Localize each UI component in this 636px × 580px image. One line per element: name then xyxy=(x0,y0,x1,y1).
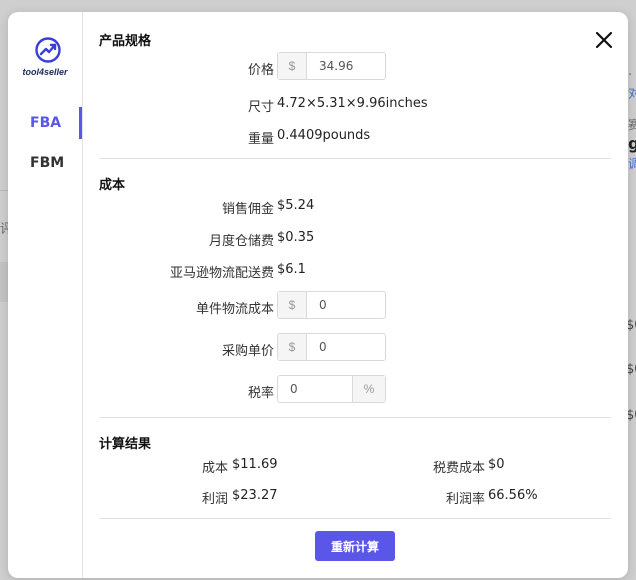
bg-text: ·对 xyxy=(628,68,636,102)
storage-fee-label: 月度仓储费 xyxy=(208,234,274,249)
price-input[interactable] xyxy=(307,53,385,79)
purchase-price-label: 采购单价 xyxy=(221,344,274,359)
commission-label: 销售佣金 xyxy=(221,202,274,217)
weight-value: 0.4409pounds xyxy=(277,128,371,143)
tax-rate-input-group: % xyxy=(277,375,386,403)
size-value: 4.72×5.31×9.96inches xyxy=(277,96,428,111)
chart-trend-icon xyxy=(35,37,61,63)
profit-margin-value: 66.56% xyxy=(488,488,538,503)
percent-suffix: % xyxy=(352,376,385,402)
storage-fee-value: $0.35 xyxy=(277,230,315,245)
bg-text: 调 xyxy=(628,157,636,171)
logo-text: tool4seller xyxy=(22,67,68,77)
tax-rate-label: 税率 xyxy=(247,386,274,401)
tax-cost-label: 税费成本 xyxy=(432,461,485,476)
profit-value: $23.27 xyxy=(232,488,278,503)
bg-divider xyxy=(0,190,8,191)
commission-value: $5.24 xyxy=(277,198,315,213)
result-cost-label: 成本 xyxy=(201,461,228,476)
profit-calculator-modal: tool4seller FBA FBM 产品规格 价格 $ 尺寸 4.72×5.… xyxy=(8,12,628,578)
bg-text: g xyxy=(628,134,636,153)
section-title-results: 计算结果 xyxy=(99,437,152,452)
profit-label: 利润 xyxy=(201,492,228,507)
tax-cost-value: $0 xyxy=(488,457,505,472)
recalculate-button[interactable]: 重新计算 xyxy=(315,531,395,561)
fba-fee-value: $6.1 xyxy=(277,262,306,277)
bg-row xyxy=(0,262,8,302)
sidebar: tool4seller FBA FBM xyxy=(8,12,83,578)
dollar-prefix: $ xyxy=(278,53,307,79)
purchase-price-input-group: $ xyxy=(277,333,386,361)
tab-fba[interactable]: FBA xyxy=(8,107,82,139)
result-cost-value: $11.69 xyxy=(232,457,278,472)
unit-logistics-input[interactable] xyxy=(307,292,385,318)
dollar-prefix: $ xyxy=(278,334,307,360)
bg-text: 赛 xyxy=(628,118,636,132)
section-title-cost: 成本 xyxy=(99,178,126,193)
weight-label: 重量 xyxy=(247,132,274,147)
divider xyxy=(99,417,611,418)
tax-rate-input[interactable] xyxy=(278,376,352,402)
dollar-prefix: $ xyxy=(278,292,307,318)
divider xyxy=(99,518,611,519)
price-label: 价格 xyxy=(247,63,274,78)
purchase-price-input[interactable] xyxy=(307,334,385,360)
section-title-product-spec: 产品规格 xyxy=(99,34,152,49)
unit-logistics-input-group: $ xyxy=(277,291,386,319)
calculator-content: 产品规格 价格 $ 尺寸 4.72×5.31×9.96inches 重量 0.4… xyxy=(99,12,611,578)
tab-fbm[interactable]: FBM xyxy=(8,147,82,179)
fba-fee-label: 亚马逊物流配送费 xyxy=(169,266,274,281)
bg-text: 评 xyxy=(0,222,8,237)
divider xyxy=(99,158,611,159)
size-label: 尺寸 xyxy=(247,100,274,115)
profit-margin-label: 利润率 xyxy=(445,492,485,507)
price-input-group: $ xyxy=(277,52,386,80)
unit-logistics-label: 单件物流成本 xyxy=(195,302,274,317)
